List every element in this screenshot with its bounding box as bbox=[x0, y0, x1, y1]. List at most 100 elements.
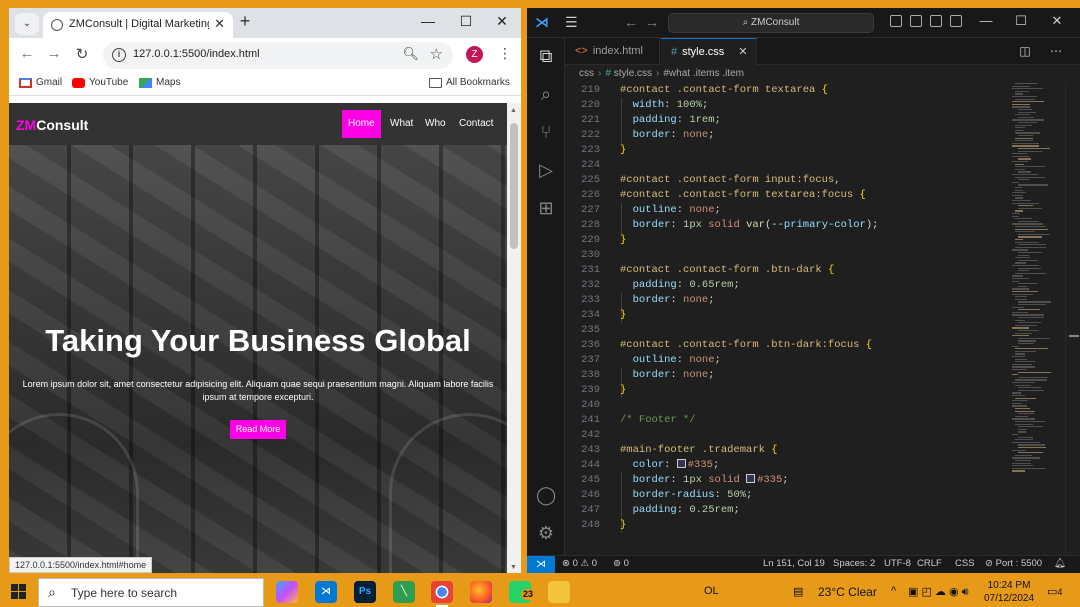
nav-back-icon[interactable]: ← bbox=[624, 14, 638, 30]
minimap[interactable] bbox=[1010, 83, 1065, 555]
notifications-bell-icon[interactable]: 🔔︎ bbox=[1054, 558, 1066, 569]
tab-style-css[interactable]: # style.css ✕ bbox=[661, 38, 757, 65]
color-swatch[interactable] bbox=[746, 474, 756, 483]
close-window-button[interactable]: ✕ bbox=[487, 13, 517, 30]
live-server-port[interactable]: ⊘ Port : 5500 bbox=[985, 558, 1042, 569]
notification-center-icon[interactable]: ▭4 bbox=[1047, 585, 1062, 598]
minimap-line bbox=[1015, 272, 1047, 274]
manage-gear-icon[interactable]: ⚙ bbox=[536, 523, 556, 543]
read-more-button[interactable]: Read More bbox=[230, 420, 286, 439]
nav-forward-icon[interactable]: → bbox=[645, 14, 659, 30]
editor-scrollbar[interactable] bbox=[1065, 83, 1080, 555]
cursor-position[interactable]: Ln 151, Col 19 bbox=[763, 558, 825, 569]
taskbar-clock[interactable]: 10:24 PM 07/12/2024 bbox=[984, 579, 1034, 605]
maximize-button[interactable]: ☐ bbox=[1008, 13, 1034, 29]
vscode-taskbar-icon[interactable]: ⋊ bbox=[315, 581, 337, 603]
folder-icon bbox=[429, 77, 442, 88]
firefox-icon[interactable] bbox=[470, 581, 492, 603]
customize-layout-icon[interactable] bbox=[950, 15, 962, 27]
minimize-button[interactable]: — bbox=[973, 13, 999, 28]
line-endings[interactable]: CRLF bbox=[917, 558, 942, 569]
reload-button[interactable]: ↻ bbox=[72, 45, 92, 63]
minimap-line bbox=[1018, 389, 1044, 391]
breadcrumb-symbol[interactable]: #what .items .item bbox=[663, 68, 744, 79]
close-tab-icon[interactable]: ✕ bbox=[214, 16, 225, 32]
code-line: 242 bbox=[581, 429, 600, 441]
breadcrumb-folder[interactable]: css bbox=[579, 68, 594, 79]
tray-chevron-icon[interactable]: ^ bbox=[891, 585, 896, 597]
minimize-button[interactable]: — bbox=[413, 13, 443, 29]
weather-icon[interactable]: ▤ bbox=[793, 585, 803, 598]
minimap-line bbox=[1012, 155, 1030, 157]
color-swatch[interactable] bbox=[676, 459, 686, 468]
toggle-secondary-sidebar-icon[interactable] bbox=[930, 15, 942, 27]
bookmark-star-icon[interactable]: ☆ bbox=[430, 45, 443, 63]
toggle-sidebar-icon[interactable] bbox=[890, 15, 902, 27]
url-text[interactable]: 127.0.0.1:5500/index.html bbox=[133, 48, 260, 60]
close-window-button[interactable]: ✕ bbox=[1044, 13, 1070, 29]
account-icon[interactable]: ◯ bbox=[536, 485, 556, 505]
all-bookmarks[interactable]: All Bookmarks bbox=[429, 77, 510, 88]
forward-button[interactable]: → bbox=[44, 45, 64, 62]
whatsapp-icon[interactable]: 23 bbox=[509, 581, 536, 603]
command-center[interactable]: ⌕ ZMConsult bbox=[668, 13, 874, 33]
bookmark-maps[interactable]: Maps bbox=[139, 77, 180, 88]
back-button[interactable]: ← bbox=[17, 45, 37, 62]
minimap-line bbox=[1015, 228, 1049, 230]
run-debug-icon[interactable]: ▷ bbox=[536, 160, 556, 180]
bookmark-youtube[interactable]: YouTube bbox=[72, 77, 128, 88]
toggle-panel-icon[interactable] bbox=[910, 15, 922, 27]
browser-tab[interactable]: ZMConsult | Digital Marketing A ✕ bbox=[43, 12, 233, 38]
photoshop-icon[interactable]: Ps bbox=[354, 581, 376, 603]
new-tab-button[interactable]: + bbox=[233, 11, 257, 32]
hamburger-menu-icon[interactable]: ☰ bbox=[565, 14, 578, 31]
scroll-up-arrow[interactable]: ▲ bbox=[510, 107, 517, 114]
green-app-icon[interactable]: ╲ bbox=[393, 581, 415, 603]
site-logo[interactable]: ZMConsult bbox=[16, 117, 88, 133]
ports-indicator[interactable]: ⊚ 0 bbox=[613, 558, 629, 569]
extensions-icon[interactable]: ⊞ bbox=[536, 198, 556, 218]
explorer-icon[interactable]: ⧉ bbox=[536, 46, 556, 66]
profile-avatar[interactable]: Z bbox=[466, 46, 483, 63]
nav-home[interactable]: Home bbox=[342, 110, 381, 138]
minimap-line bbox=[1012, 223, 1044, 225]
taskbar-search[interactable]: ⌕ Type here to search bbox=[38, 578, 264, 607]
encoding[interactable]: UTF-8 bbox=[884, 558, 911, 569]
status-bar: ⋊ ⊗ 0 ⚠ 0 ⊚ 0 Ln 151, Col 19 Spaces: 2 U… bbox=[527, 555, 1080, 573]
minimap-line bbox=[1012, 194, 1023, 196]
site-info-icon[interactable]: i bbox=[112, 48, 126, 62]
source-control-icon[interactable]: ⑂ bbox=[536, 122, 556, 142]
weather-text[interactable]: 23°C Clear bbox=[818, 585, 877, 599]
remote-indicator-icon[interactable]: ⋊ bbox=[527, 556, 555, 573]
tray-icons[interactable]: ▣ ◰ ☁ ◉ 🔊︎ bbox=[908, 585, 969, 599]
code-editor[interactable]: 219 #contact .contact-form textarea { 220… bbox=[565, 83, 1005, 555]
maximize-button[interactable]: ☐ bbox=[451, 13, 481, 30]
editor-actions[interactable]: ◫ ⋯ bbox=[1019, 44, 1070, 58]
page-scrollbar[interactable]: ▲ ▼ bbox=[507, 103, 521, 573]
indentation[interactable]: Spaces: 2 bbox=[833, 558, 875, 569]
minimap-line bbox=[1015, 361, 1035, 363]
breadcrumb-file[interactable]: style.css bbox=[614, 68, 652, 79]
bookmark-gmail[interactable]: Gmail bbox=[19, 77, 62, 88]
nav-who[interactable]: Who bbox=[419, 110, 452, 138]
nav-what[interactable]: What bbox=[384, 110, 419, 138]
ime-indicator[interactable]: OL bbox=[704, 585, 719, 597]
windows-start-icon[interactable] bbox=[11, 584, 27, 600]
file-explorer-icon[interactable] bbox=[548, 581, 570, 603]
minimap-line bbox=[1018, 150, 1042, 152]
tab-search-button[interactable]: ⌄ bbox=[15, 13, 39, 35]
scroll-thumb[interactable] bbox=[510, 123, 518, 249]
close-tab-icon[interactable]: ✕ bbox=[738, 46, 747, 58]
chrome-menu-icon[interactable]: ⋮ bbox=[498, 45, 512, 62]
language-mode[interactable]: CSS bbox=[955, 558, 975, 569]
zoom-icon[interactable]: 🔍︎ bbox=[402, 46, 419, 62]
minimap-line bbox=[1015, 140, 1034, 142]
address-bar[interactable]: i 127.0.0.1:5500/index.html 🔍︎ ☆ bbox=[103, 42, 453, 69]
tab-index-html[interactable]: <> index.html bbox=[565, 38, 660, 65]
copilot-icon[interactable] bbox=[276, 581, 298, 603]
problems-indicator[interactable]: ⊗ 0 ⚠ 0 bbox=[562, 558, 597, 569]
chrome-taskbar-icon[interactable] bbox=[431, 581, 453, 607]
scroll-down-arrow[interactable]: ▼ bbox=[510, 564, 517, 571]
nav-contact[interactable]: Contact bbox=[453, 110, 499, 138]
search-icon[interactable]: ⌕ bbox=[536, 84, 556, 104]
